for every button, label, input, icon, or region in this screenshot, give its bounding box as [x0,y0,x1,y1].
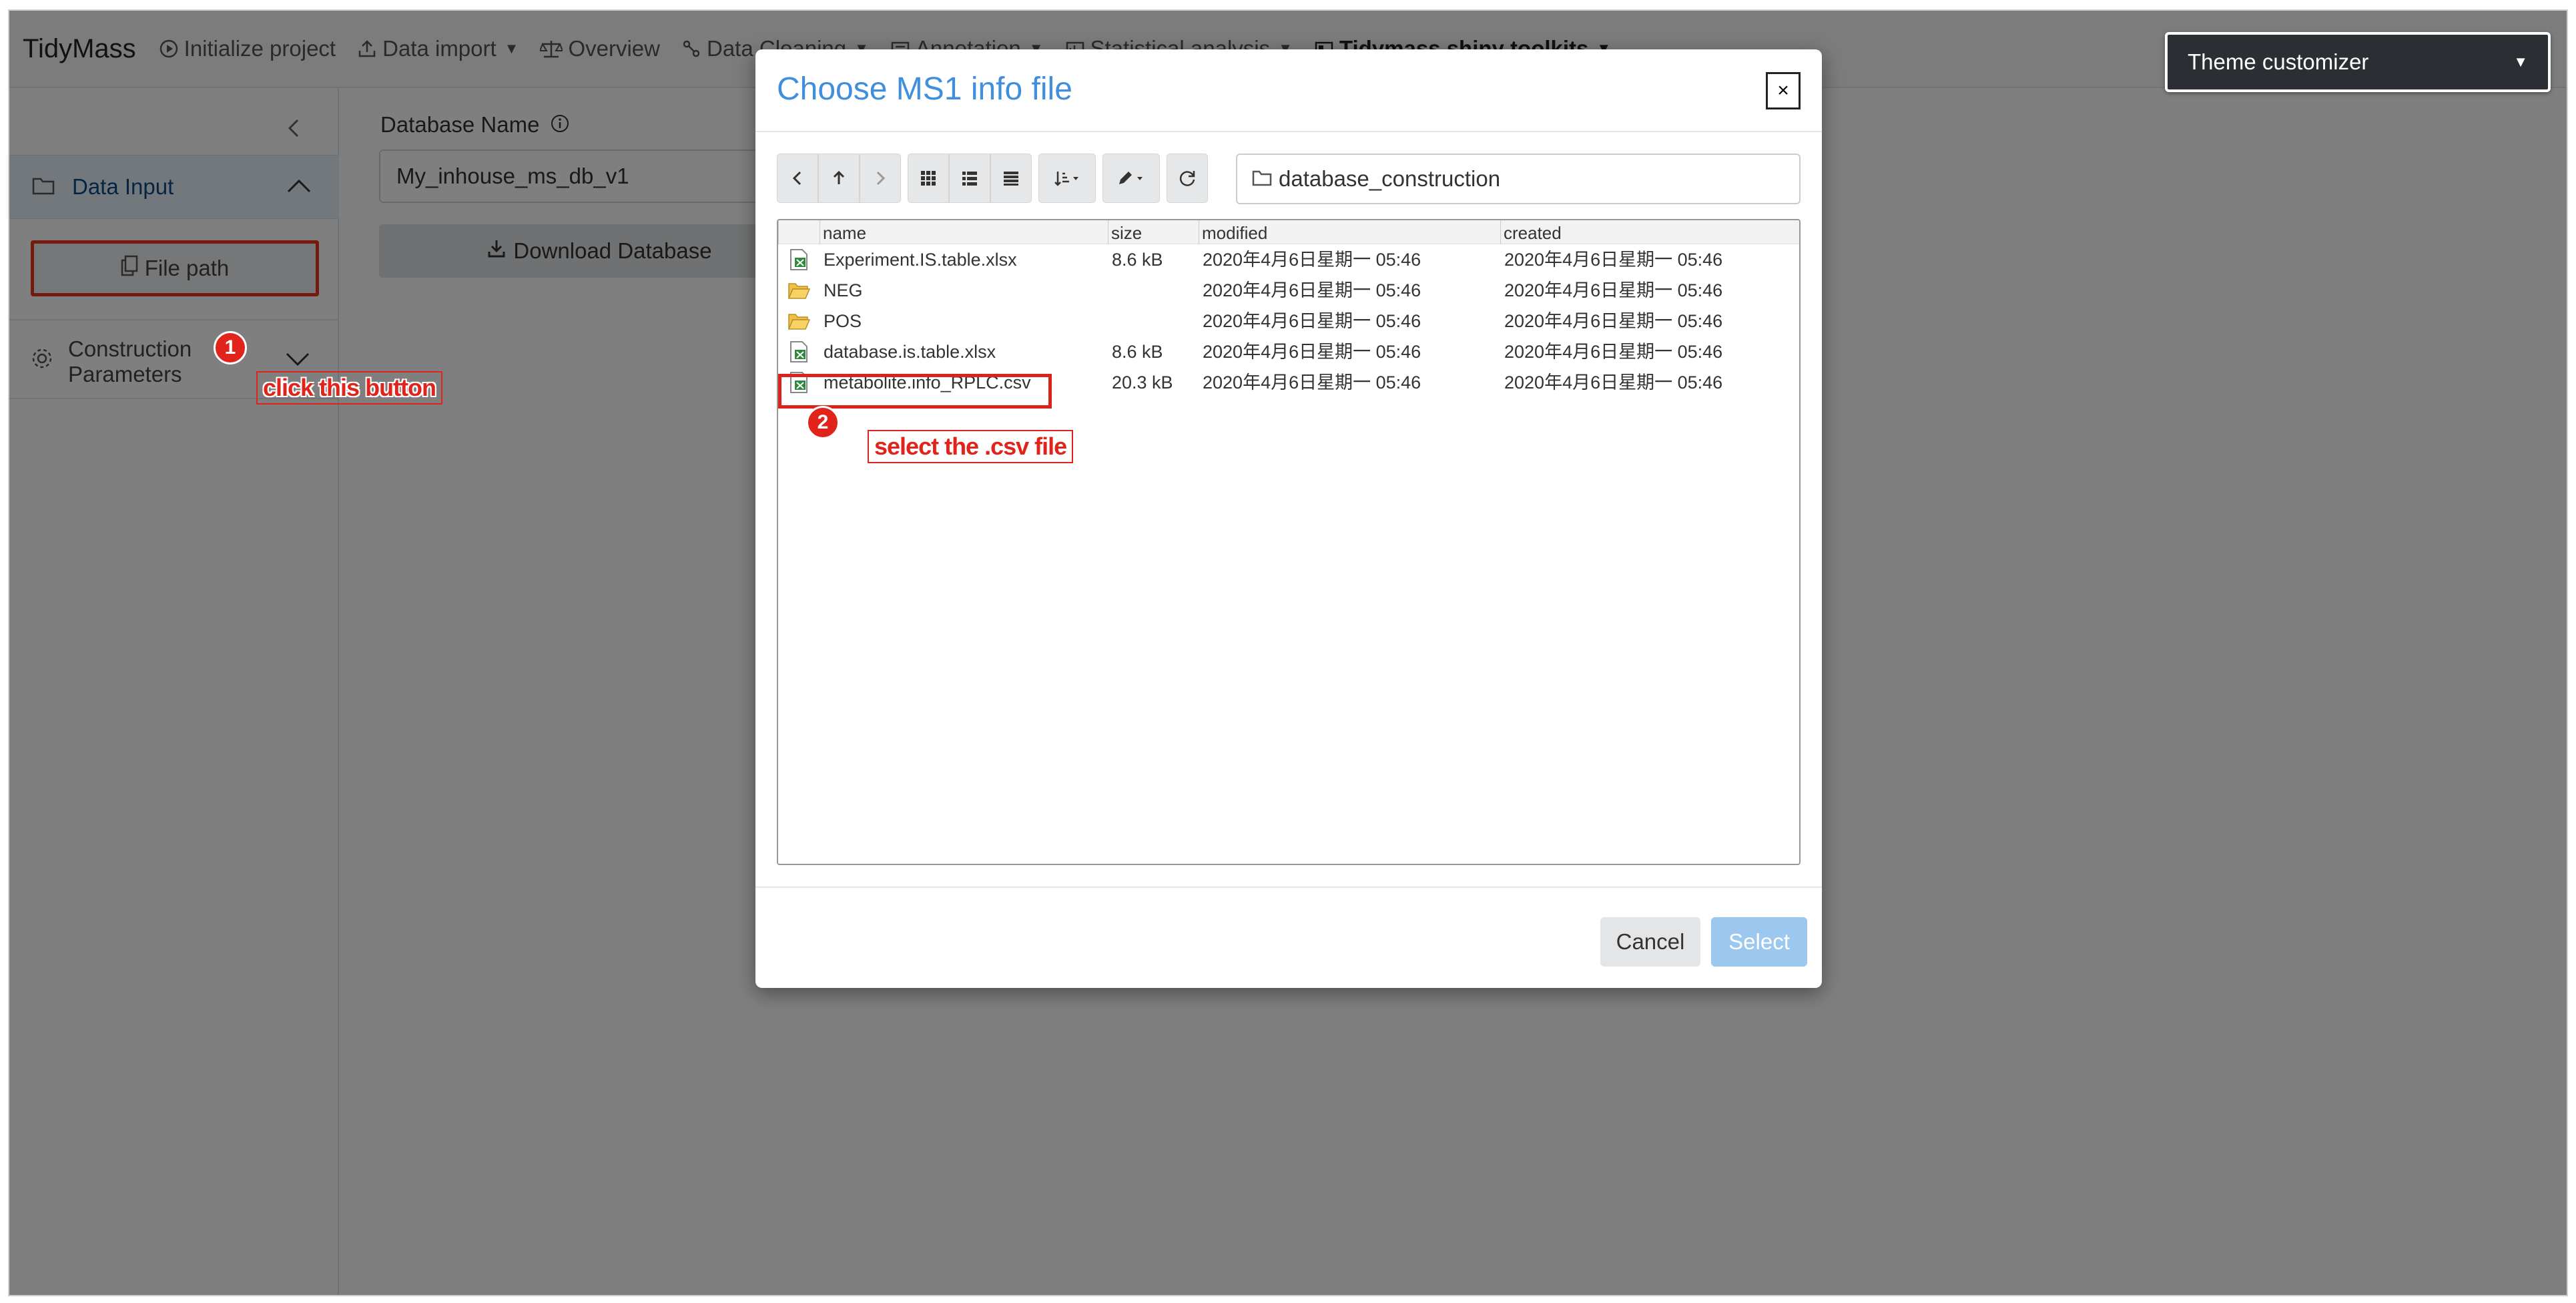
file-name: NEG [824,280,863,300]
file-created: 2020年4月6日星期一 05:46 [1504,280,1723,300]
file-name: database.is.table.xlsx [824,342,996,362]
file-created: 2020年4月6日星期一 05:46 [1504,342,1723,362]
step-1-note: click this button [256,371,443,405]
modal-header: Choose MS1 info file × [755,49,1822,132]
file-row[interactable]: NEG 2020年4月6日星期一 05:46 2020年4月6日星期一 05:4… [778,275,1799,306]
sort-icon [1054,172,1078,186]
arrow-right-icon [876,171,886,186]
file-modified: 2020年4月6日星期一 05:46 [1203,280,1421,300]
header-modified[interactable]: modified [1199,220,1500,244]
file-size: 20.3 kB [1112,372,1173,393]
folder-icon [778,306,820,336]
file-size [1108,306,1199,336]
theme-customizer-dropdown[interactable]: Theme customizer ▼ [2165,32,2551,92]
modal-footer-divider [755,886,1822,888]
list-icon [962,172,977,186]
current-path-box[interactable]: database_construction [1236,154,1801,204]
folder-icon [1252,166,1272,192]
select-button[interactable]: Select [1711,917,1807,967]
file-name: POS [824,311,862,331]
sort-button-group [1038,154,1096,204]
file-row[interactable]: Experiment.IS.table.xlsx 8.6 kB 2020年4月6… [778,244,1799,275]
file-modified: 2020年4月6日星期一 05:46 [1203,311,1421,331]
refresh-button-group [1167,154,1208,204]
step-1-badge: 1 [214,331,247,364]
arrow-up-icon [833,170,845,184]
file-size: 8.6 kB [1112,250,1163,270]
header-size[interactable]: size [1108,220,1199,244]
nav-button-group [777,154,901,204]
folder-icon [778,275,820,306]
spreadsheet-file-icon [778,244,820,275]
caret-down-icon: ▼ [2513,53,2528,70]
close-button[interactable]: × [1766,72,1801,109]
cancel-button[interactable]: Cancel [1600,917,1700,967]
file-modified: 2020年4月6日星期一 05:46 [1203,250,1421,270]
file-chooser-modal: Choose MS1 info file × database_construc… [755,49,1822,988]
header-created[interactable]: created [1500,220,1799,244]
file-created: 2020年4月6日星期一 05:46 [1504,372,1723,393]
file-modified: 2020年4月6日星期一 05:46 [1203,372,1421,393]
annotation-highlight-box [778,374,1052,409]
modal-title: Choose MS1 info file [777,71,1072,107]
forward-button[interactable] [860,154,901,203]
grid-icon [921,171,936,186]
list-view-button[interactable] [949,154,990,203]
edit-menu-button[interactable] [1102,154,1160,203]
up-button[interactable] [818,154,860,203]
step-2-badge: 2 [806,406,840,439]
header-icon-col [778,220,820,244]
detail-list-icon [1004,172,1018,186]
back-button[interactable] [777,154,818,203]
file-list: name size modified created Experiment.IS… [777,219,1801,865]
dropdown-label: Theme customizer [2188,49,2369,74]
refresh-button[interactable] [1167,154,1208,203]
icon-view-button[interactable] [908,154,949,203]
app-window: TidyMass Initialize project Data import … [8,9,2568,1296]
arrow-left-icon [792,171,801,186]
refresh-icon [1179,171,1195,186]
file-size: 8.6 kB [1112,342,1163,362]
file-row[interactable]: POS 2020年4月6日星期一 05:46 2020年4月6日星期一 05:4… [778,306,1799,336]
header-name[interactable]: name [820,220,1108,244]
detail-view-button[interactable] [990,154,1032,203]
file-size [1108,275,1199,306]
file-created: 2020年4月6日星期一 05:46 [1504,311,1723,331]
file-list-header: name size modified created [778,220,1799,244]
file-name: Experiment.IS.table.xlsx [824,250,1017,270]
file-modified: 2020年4月6日星期一 05:46 [1203,342,1421,362]
file-toolbar [777,154,1215,204]
view-button-group [908,154,1032,204]
edit-button-group [1102,154,1160,204]
file-row[interactable]: database.is.table.xlsx 8.6 kB 2020年4月6日星… [778,336,1799,367]
file-created: 2020年4月6日星期一 05:46 [1504,250,1723,270]
spreadsheet-file-icon [778,336,820,367]
sort-button[interactable] [1038,154,1096,203]
path-text: database_construction [1279,166,1501,191]
pencil-icon [1119,172,1143,184]
step-2-note: select the .csv file [868,430,1074,463]
